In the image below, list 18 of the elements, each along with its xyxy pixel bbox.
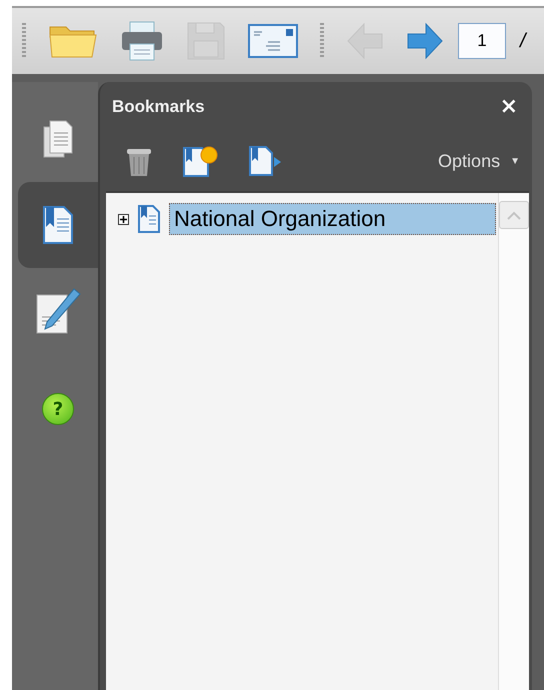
chevron-up-icon bbox=[506, 210, 522, 220]
page-separator: / bbox=[520, 30, 526, 52]
pages-icon[interactable] bbox=[42, 119, 74, 159]
options-menu-button[interactable]: Options ▼ bbox=[438, 150, 520, 172]
document-pen-icon[interactable] bbox=[34, 287, 82, 335]
bookmark-item[interactable]: National Organization bbox=[169, 203, 496, 235]
envelope-icon[interactable] bbox=[248, 24, 298, 58]
help-button[interactable]: ? bbox=[42, 393, 74, 425]
bookmark-arrow-icon[interactable] bbox=[248, 145, 282, 177]
bookmark-icon bbox=[137, 204, 161, 234]
right-arrow-icon[interactable] bbox=[406, 22, 444, 60]
expand-toggle[interactable] bbox=[118, 214, 129, 224]
printer-icon[interactable] bbox=[120, 20, 164, 62]
close-button[interactable]: × bbox=[500, 94, 518, 119]
new-bookmark-icon[interactable] bbox=[182, 144, 220, 178]
page-number-field[interactable]: 1 bbox=[458, 23, 506, 59]
bookmark-page-icon[interactable] bbox=[42, 205, 74, 245]
panel-title: Bookmarks bbox=[112, 96, 205, 116]
